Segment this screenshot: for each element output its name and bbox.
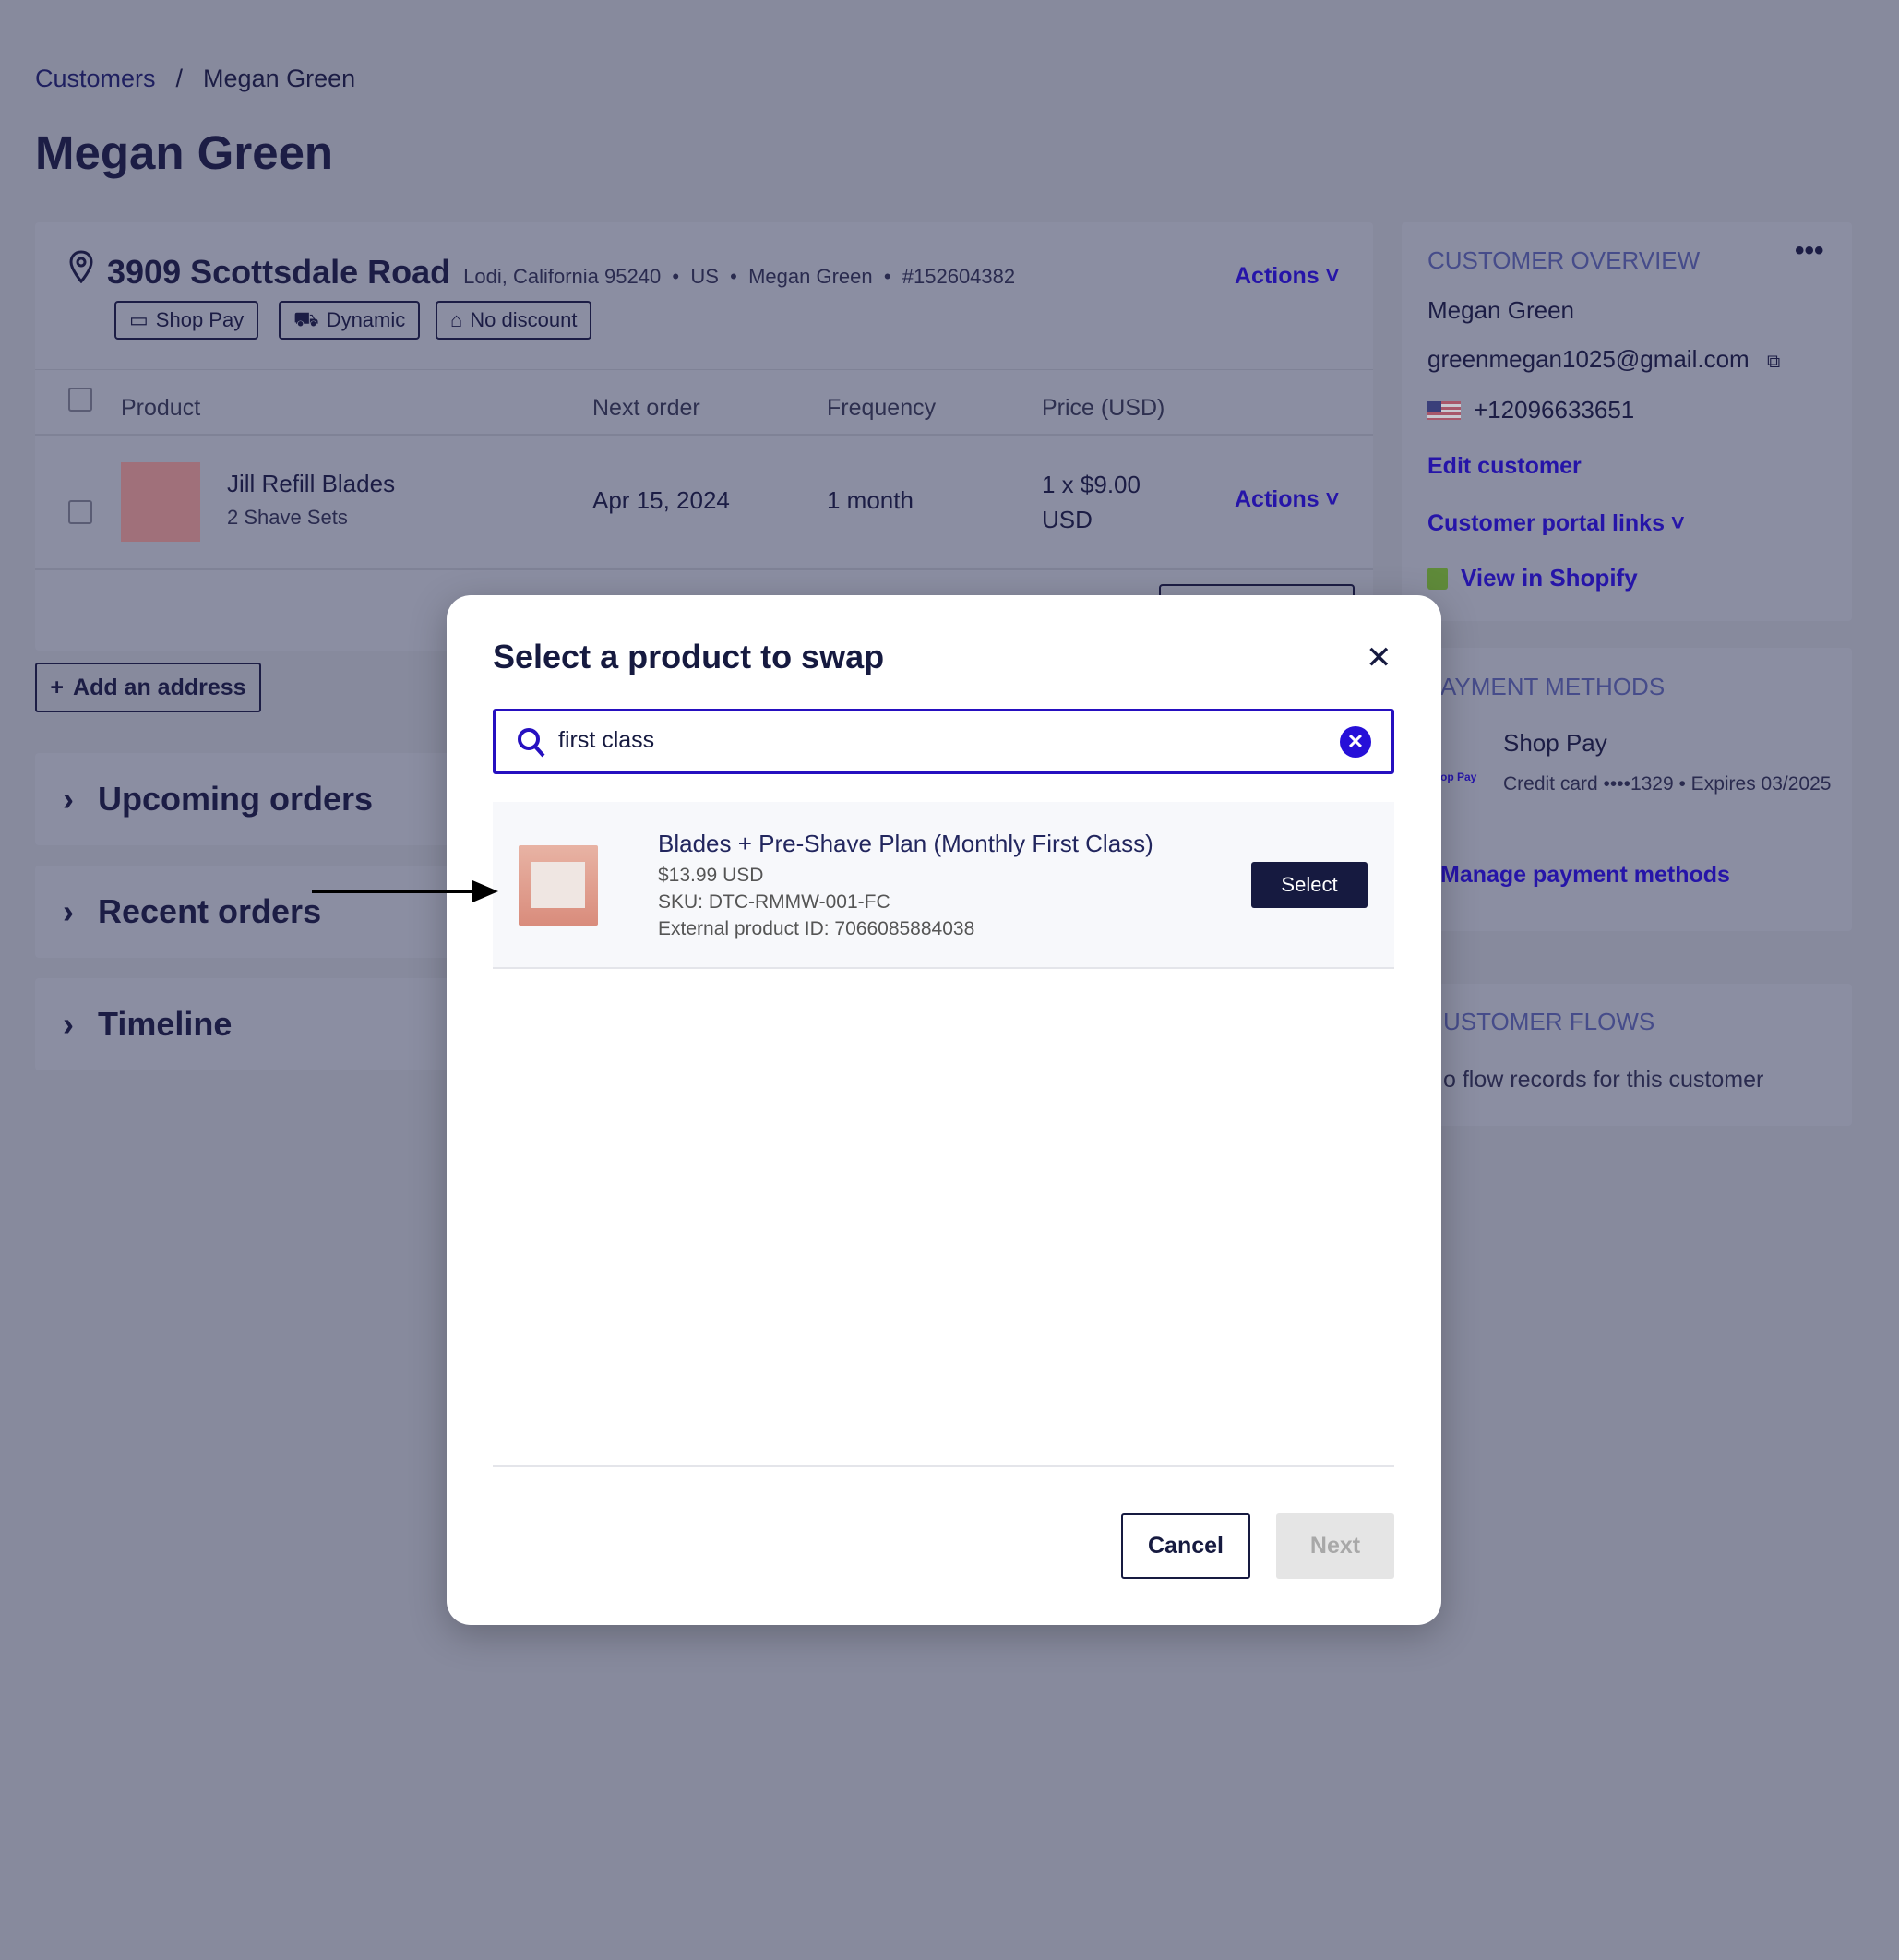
- chevron-right-icon: ›: [63, 892, 74, 930]
- select-button[interactable]: Select: [1251, 862, 1368, 908]
- payment-heading: AYMENT METHODS: [1440, 673, 1666, 700]
- truck-icon: ⛟: [293, 306, 319, 330]
- location-pin-icon: [69, 250, 93, 283]
- page-title: Megan Green: [35, 126, 334, 179]
- column-header-product: Product: [121, 395, 201, 421]
- close-icon[interactable]: ✕: [1366, 639, 1392, 676]
- address-details: Lodi, California 95240 • US • Megan Gree…: [463, 265, 1016, 288]
- product-result: Blades + Pre-Shave Plan (Monthly First C…: [493, 802, 1394, 969]
- customer-email: greenmegan1025@gmail.com ⧉: [1427, 345, 1781, 373]
- payment-method-name: Shop Pay: [1503, 729, 1607, 757]
- customer-overview-card: CUSTOMER OVERVIEW ••• Megan Green greenm…: [1402, 222, 1852, 621]
- price: 1 x $9.00 USD: [1042, 471, 1141, 533]
- result-thumbnail: [519, 845, 598, 926]
- column-header-frequency: Frequency: [827, 395, 937, 421]
- tag-shop-pay: ▭ Shop Pay: [114, 301, 259, 340]
- column-header-price: Price (USD): [1042, 395, 1165, 421]
- breadcrumb-current: Megan Green: [203, 65, 356, 92]
- address-actions-button[interactable]: Actions ˅: [1235, 263, 1339, 290]
- overview-heading: CUSTOMER OVERVIEW: [1427, 246, 1701, 274]
- us-flag-icon: [1427, 400, 1461, 420]
- clear-search-icon[interactable]: ✕: [1340, 726, 1371, 758]
- column-header-next-order: Next order: [592, 395, 700, 421]
- panel-upcoming-orders[interactable]: › Upcoming orders: [35, 753, 460, 845]
- manage-payment-methods-link[interactable]: Manage payment methods: [1440, 862, 1730, 889]
- search-value: first class: [558, 727, 655, 753]
- payment-methods-card: AYMENT METHODS op Pay Shop Pay Credit ca…: [1402, 648, 1852, 931]
- customer-flows-card: USTOMER FLOWS o flow records for this cu…: [1402, 984, 1852, 1126]
- swap-product-modal: Select a product to swap ✕ first class ✕…: [447, 595, 1441, 1625]
- select-all-checkbox[interactable]: [68, 388, 92, 412]
- result-title[interactable]: Blades + Pre-Shave Plan (Monthly First C…: [658, 830, 1153, 858]
- product-variant: 2 Shave Sets: [227, 506, 348, 529]
- copy-icon[interactable]: ⧉: [1767, 352, 1780, 372]
- search-icon: [518, 728, 545, 758]
- view-in-shopify-link[interactable]: View in Shopify: [1427, 564, 1638, 592]
- breadcrumb-separator: /: [175, 65, 184, 92]
- modal-title: Select a product to swap: [493, 638, 885, 675]
- overview-more-button[interactable]: •••: [1795, 235, 1824, 267]
- plus-icon: +: [50, 674, 65, 700]
- cancel-button[interactable]: Cancel: [1121, 1513, 1250, 1579]
- tag-no-discount: ⌂ No discount: [436, 301, 592, 340]
- flows-heading: USTOMER FLOWS: [1443, 1008, 1655, 1035]
- payment-detail: Credit card ••••1329 • Expires 03/2025: [1503, 773, 1832, 795]
- shopify-icon: [1427, 567, 1448, 590]
- breadcrumb-customers-link[interactable]: Customers: [35, 65, 156, 93]
- result-external-id: External product ID: 7066085884038: [658, 918, 975, 939]
- row-actions-button[interactable]: Actions ˅: [1235, 486, 1339, 513]
- chevron-right-icon: ›: [63, 1005, 74, 1043]
- next-order-date: Apr 15, 2024: [592, 486, 730, 514]
- breadcrumb: Customers / Megan Green: [35, 65, 355, 93]
- chevron-right-icon: ›: [63, 780, 74, 818]
- product-name: Jill Refill Blades: [227, 470, 396, 497]
- card-icon: ▭: [129, 308, 149, 331]
- product-thumbnail: [121, 462, 200, 542]
- tag-icon: ⌂: [450, 308, 463, 331]
- add-address-button[interactable]: + Add an address: [35, 663, 261, 712]
- customer-phone: +12096633651: [1427, 396, 1634, 424]
- edit-customer-link[interactable]: Edit customer: [1427, 453, 1582, 480]
- address-card: 3909 Scottsdale Road Lodi, California 95…: [35, 222, 1373, 651]
- tag-dynamic: ⛟ Dynamic: [279, 301, 421, 340]
- annotation-arrow-icon: [312, 880, 498, 902]
- next-button[interactable]: Next: [1276, 1513, 1394, 1579]
- search-input[interactable]: first class ✕: [493, 709, 1394, 774]
- shop-pay-logo: op Pay: [1440, 771, 1477, 783]
- panel-timeline[interactable]: › Timeline: [35, 978, 460, 1070]
- row-checkbox[interactable]: [68, 500, 92, 524]
- flows-empty-text: o flow records for this customer: [1443, 1067, 1764, 1093]
- address-street: 3909 Scottsdale Road: [107, 253, 451, 291]
- frequency: 1 month: [827, 486, 914, 514]
- customer-portal-links[interactable]: Customer portal links ˅: [1427, 510, 1685, 537]
- result-sku: SKU: DTC-RMMW-001-FC: [658, 891, 890, 913]
- customer-name: Megan Green: [1427, 296, 1574, 324]
- result-price: $13.99 USD: [658, 865, 764, 886]
